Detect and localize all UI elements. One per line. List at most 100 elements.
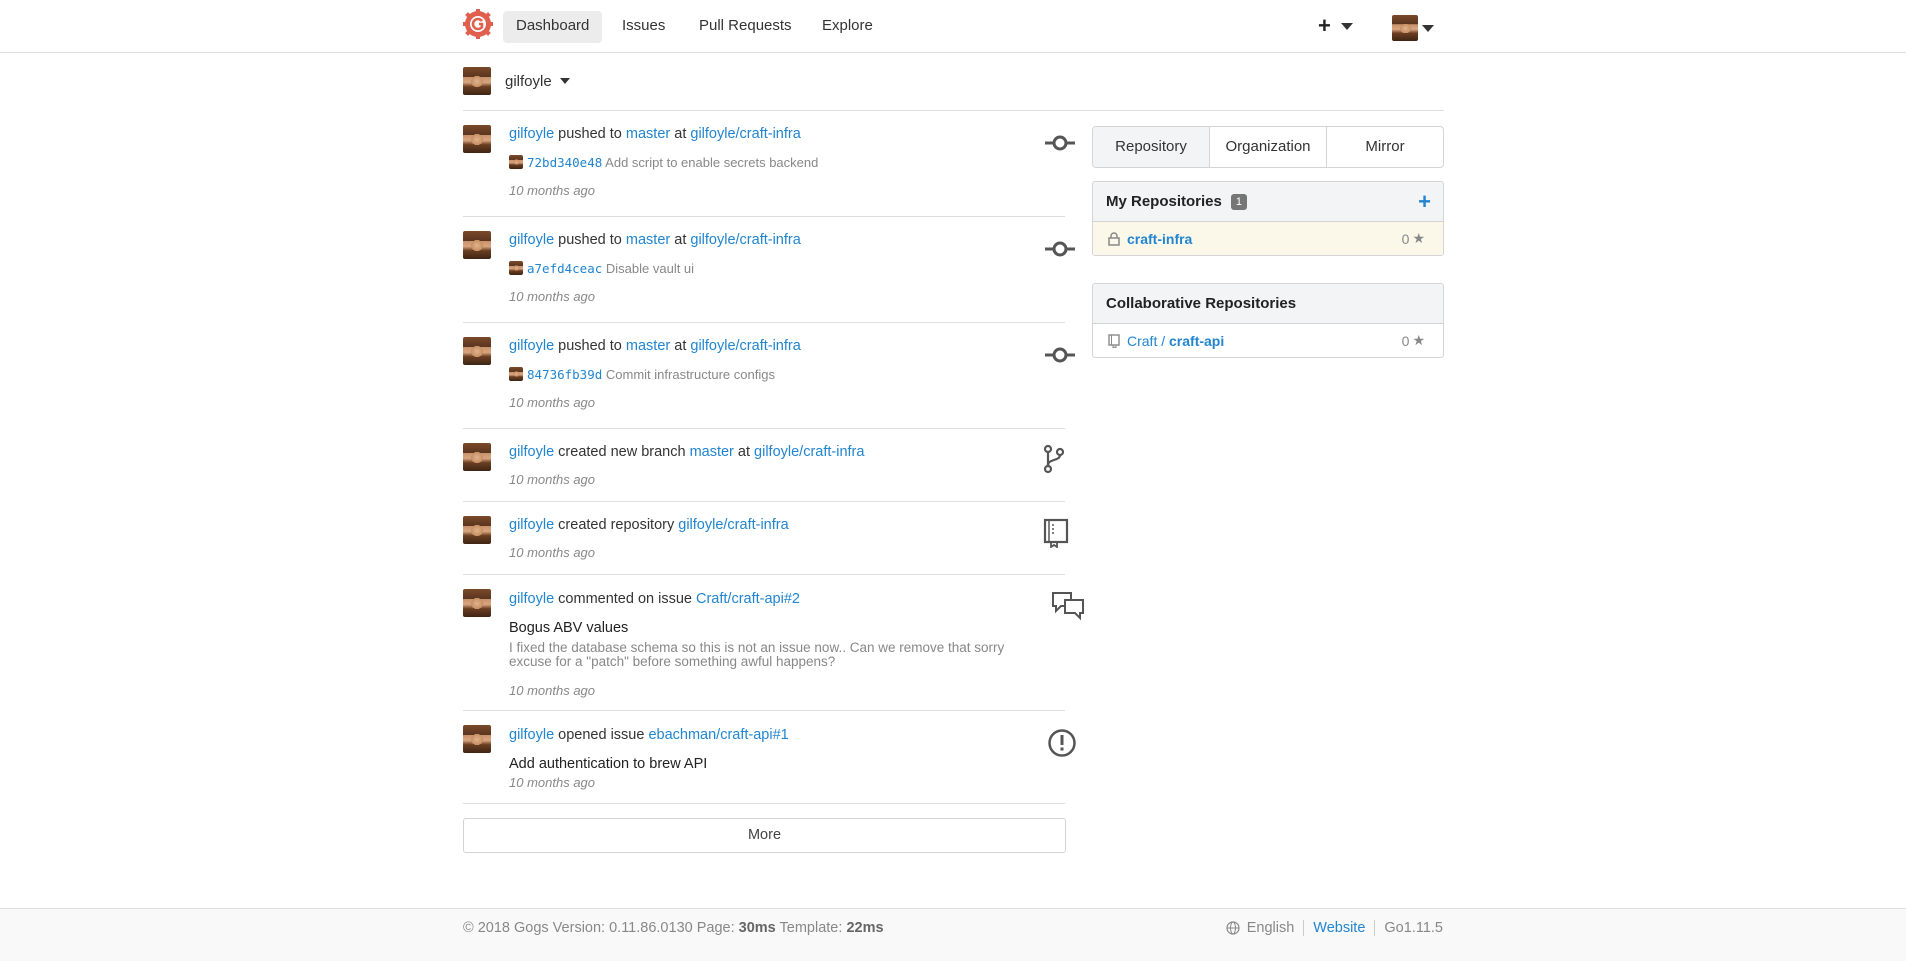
copyright-text: © 2018 Gogs Version: 0.11.86.0130 Page: bbox=[463, 920, 735, 936]
template-label: Template: bbox=[779, 920, 843, 936]
branch-link[interactable]: master bbox=[626, 126, 670, 142]
star-count: 0 ★ bbox=[1402, 230, 1425, 247]
user-link[interactable]: gilfoyle bbox=[509, 444, 554, 460]
branch-link[interactable]: master bbox=[690, 444, 734, 460]
tab-organization[interactable]: Organization bbox=[1210, 127, 1327, 167]
feed-item: gilfoyle created new branch master at gi… bbox=[463, 429, 1065, 502]
star-icon: ★ bbox=[1412, 230, 1425, 246]
action-text: pushed to bbox=[558, 126, 622, 142]
globe-icon bbox=[1226, 921, 1240, 935]
repo-owner-link[interactable]: Craft bbox=[1127, 333, 1157, 349]
avatar[interactable] bbox=[463, 443, 491, 471]
avatar[interactable] bbox=[463, 337, 491, 365]
repo-name-link[interactable]: craft-api bbox=[1169, 333, 1224, 349]
user-link[interactable]: gilfoyle bbox=[509, 727, 554, 743]
avatar[interactable] bbox=[463, 231, 491, 259]
branch-link[interactable]: master bbox=[626, 338, 670, 354]
commit-line: a7efd4ceac Disable vault ui bbox=[509, 261, 1065, 276]
star-count: 0 ★ bbox=[1402, 332, 1425, 349]
issue-title: Add authentication to brew API bbox=[509, 756, 708, 772]
template-time: 22ms bbox=[846, 920, 884, 936]
avatar[interactable] bbox=[463, 125, 491, 153]
feed-line: gilfoyle pushed to master at gilfoyle/cr… bbox=[509, 125, 1065, 143]
repo-link[interactable]: gilfoyle/craft-infra bbox=[690, 232, 800, 248]
at-text: at bbox=[674, 232, 687, 248]
action-text: pushed to bbox=[558, 338, 622, 354]
nav-issues[interactable]: Issues bbox=[609, 11, 678, 43]
repo-icon bbox=[1043, 518, 1069, 548]
branch-link[interactable]: master bbox=[626, 232, 670, 248]
repo-separator: / bbox=[1157, 332, 1170, 349]
feed-line: gilfoyle created repository gilfoyle/cra… bbox=[509, 516, 1065, 534]
action-text: pushed to bbox=[558, 232, 622, 248]
avatar[interactable] bbox=[463, 589, 491, 617]
user-menu[interactable] bbox=[1392, 15, 1434, 41]
timestamp: 10 months ago bbox=[509, 683, 596, 698]
at-text: at bbox=[737, 444, 751, 460]
action-text: created repository bbox=[558, 517, 675, 533]
repo-name-link[interactable]: craft-infra bbox=[1127, 231, 1192, 247]
commit-icon bbox=[1045, 347, 1075, 363]
commit-sha-link[interactable]: a7efd4ceac bbox=[527, 261, 602, 276]
context-switcher[interactable]: gilfoyle bbox=[463, 67, 570, 95]
feed-item: gilfoyle pushed to master at gilfoyle/cr… bbox=[463, 217, 1075, 323]
repo-icon bbox=[1108, 333, 1120, 348]
timestamp: 10 months ago bbox=[509, 775, 596, 790]
commit-line: 84736fb39d Commit infrastructure configs bbox=[509, 367, 1065, 382]
footer-links: English Website Go1.11.5 bbox=[1226, 920, 1443, 936]
go-version: Go1.11.5 bbox=[1384, 920, 1443, 936]
context-user-name: gilfoyle bbox=[505, 72, 552, 90]
commit-message: Disable vault ui bbox=[605, 261, 695, 276]
gogs-logo-icon[interactable] bbox=[463, 9, 493, 39]
website-link[interactable]: Website bbox=[1313, 920, 1365, 936]
commit-sha-link[interactable]: 72bd340e48 bbox=[527, 155, 602, 170]
action-text: opened issue bbox=[558, 727, 645, 743]
page-time: 30ms bbox=[738, 920, 776, 936]
repo-link[interactable]: gilfoyle/craft-infra bbox=[690, 338, 800, 354]
panel-header: Collaborative Repositories bbox=[1093, 284, 1443, 324]
create-new-menu[interactable]: + bbox=[1318, 14, 1353, 38]
action-text: commented on issue bbox=[558, 591, 692, 607]
language-selector[interactable]: English bbox=[1247, 920, 1295, 936]
star-count-value: 0 bbox=[1401, 332, 1410, 349]
footer-version-info: © 2018 Gogs Version: 0.11.86.0130 Page: … bbox=[463, 920, 884, 936]
panel-title: My Repositories bbox=[1106, 193, 1222, 210]
repo-item[interactable]: craft-infra 0 ★ bbox=[1093, 222, 1443, 255]
repo-link[interactable]: gilfoyle/craft-infra bbox=[754, 444, 864, 460]
commit-line: 72bd340e48 Add script to enable secrets … bbox=[509, 155, 1065, 170]
tab-repository[interactable]: Repository bbox=[1093, 127, 1210, 167]
issue-link[interactable]: ebachman/craft-api#1 bbox=[648, 727, 788, 743]
user-link[interactable]: gilfoyle bbox=[509, 126, 554, 142]
avatar[interactable] bbox=[463, 725, 491, 753]
timestamp: 10 months ago bbox=[509, 472, 596, 487]
nav-pull-requests[interactable]: Pull Requests bbox=[686, 11, 805, 43]
user-link[interactable]: gilfoyle bbox=[509, 338, 554, 354]
commit-sha-link[interactable]: 84736fb39d bbox=[527, 367, 602, 382]
avatar[interactable] bbox=[463, 516, 491, 544]
caret-down-icon bbox=[1422, 24, 1434, 32]
repo-link[interactable]: gilfoyle/craft-infra bbox=[690, 126, 800, 142]
nav-explore[interactable]: Explore bbox=[809, 11, 886, 43]
user-link[interactable]: gilfoyle bbox=[509, 232, 554, 248]
user-link[interactable]: gilfoyle bbox=[509, 591, 554, 607]
plus-icon[interactable]: + bbox=[1418, 191, 1431, 213]
repo-link[interactable]: gilfoyle/craft-infra bbox=[678, 517, 788, 533]
user-link[interactable]: gilfoyle bbox=[509, 517, 554, 533]
feed-line: gilfoyle created new branch master at gi… bbox=[509, 443, 1065, 461]
issue-link[interactable]: Craft/craft-api#2 bbox=[696, 591, 800, 607]
plus-icon: + bbox=[1318, 13, 1331, 38]
avatar bbox=[1392, 15, 1418, 41]
timestamp: 10 months ago bbox=[509, 395, 596, 410]
git-branch-icon bbox=[1043, 444, 1065, 474]
tab-mirror[interactable]: Mirror bbox=[1327, 127, 1443, 167]
commit-icon bbox=[1045, 241, 1075, 257]
activity-feed: gilfoyle pushed to master at gilfoyle/cr… bbox=[463, 111, 1084, 804]
my-repositories-panel: My Repositories 1 + craft-infra 0 ★ bbox=[1092, 181, 1444, 256]
at-text: at bbox=[674, 126, 687, 142]
issue-title: Bogus ABV values bbox=[509, 620, 629, 636]
star-count-value: 0 bbox=[1401, 230, 1410, 247]
top-navbar: Dashboard Issues Pull Requests Explore + bbox=[0, 0, 1906, 53]
nav-dashboard[interactable]: Dashboard bbox=[503, 11, 603, 43]
repo-item[interactable]: Craft / craft-api 0 ★ bbox=[1093, 324, 1443, 357]
more-button[interactable]: More bbox=[463, 818, 1066, 853]
